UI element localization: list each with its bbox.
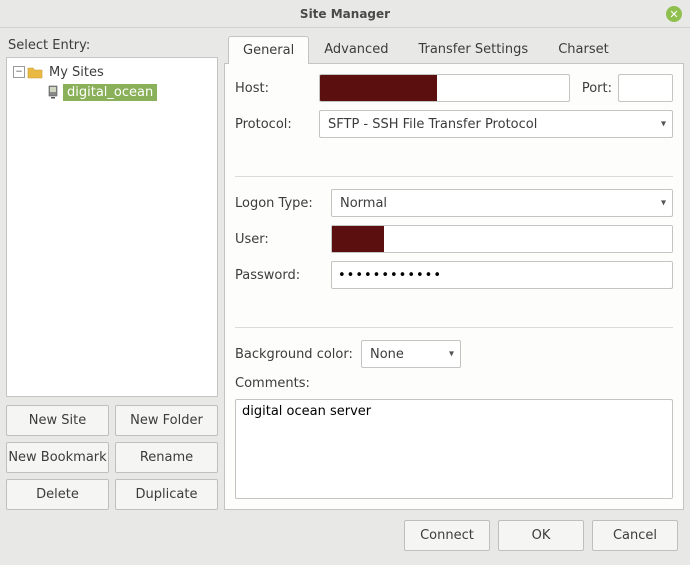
port-input[interactable] — [618, 74, 673, 102]
host-input[interactable] — [437, 74, 570, 102]
new-bookmark-button[interactable]: New Bookmark — [6, 442, 109, 473]
tab-strip: General Advanced Transfer Settings Chars… — [224, 34, 684, 64]
bgcolor-value: None — [370, 347, 404, 362]
protocol-select[interactable]: SFTP - SSH File Transfer Protocol ▾ — [319, 110, 673, 138]
main-area: Select Entry: − My Sites digital_ocean N… — [0, 28, 690, 510]
title-bar: Site Manager ✕ — [0, 0, 690, 28]
right-pane: General Advanced Transfer Settings Chars… — [224, 34, 684, 510]
logon-type-value: Normal — [340, 196, 387, 211]
window-title: Site Manager — [300, 7, 390, 21]
user-input[interactable] — [384, 226, 672, 252]
tree-root-label: My Sites — [45, 64, 108, 81]
tab-transfer-settings[interactable]: Transfer Settings — [403, 35, 543, 63]
chevron-down-icon: ▾ — [661, 198, 666, 209]
password-row: Password: — [235, 261, 673, 289]
protocol-row: Protocol: SFTP - SSH File Transfer Proto… — [235, 110, 673, 138]
logon-type-label: Logon Type: — [235, 196, 325, 211]
site-tree[interactable]: − My Sites digital_ocean — [6, 57, 218, 397]
user-redacted — [332, 226, 384, 252]
host-redacted — [319, 74, 437, 102]
tab-contents-general: Host: Port: Protocol: SFTP - SSH File Tr… — [224, 64, 684, 510]
left-pane: Select Entry: − My Sites digital_ocean N… — [6, 34, 218, 510]
password-input[interactable] — [331, 261, 673, 289]
collapse-icon[interactable]: − — [13, 66, 25, 78]
port-label: Port: — [582, 81, 612, 96]
user-label: User: — [235, 232, 325, 247]
tab-charset[interactable]: Charset — [543, 35, 624, 63]
separator — [235, 176, 673, 177]
comments-label: Comments: — [235, 376, 673, 391]
spacer — [235, 297, 673, 315]
rename-button[interactable]: Rename — [115, 442, 218, 473]
tab-advanced[interactable]: Advanced — [309, 35, 403, 63]
tree-site-label: digital_ocean — [63, 84, 157, 101]
connect-button[interactable]: Connect — [404, 520, 490, 551]
tab-general[interactable]: General — [228, 36, 309, 64]
server-icon — [45, 85, 61, 99]
host-field[interactable] — [319, 74, 570, 102]
protocol-label: Protocol: — [235, 117, 313, 132]
folder-icon — [27, 65, 43, 79]
delete-button[interactable]: Delete — [6, 479, 109, 510]
bgcolor-select[interactable]: None ▾ — [361, 340, 461, 368]
chevron-down-icon: ▾ — [449, 349, 454, 360]
new-site-button[interactable]: New Site — [6, 405, 109, 436]
separator — [235, 327, 673, 328]
ok-button[interactable]: OK — [498, 520, 584, 551]
chevron-down-icon: ▾ — [661, 119, 666, 130]
select-entry-label: Select Entry: — [8, 38, 218, 53]
site-buttons: New Site New Folder New Bookmark Rename … — [6, 405, 218, 510]
cancel-button[interactable]: Cancel — [592, 520, 678, 551]
new-folder-button[interactable]: New Folder — [115, 405, 218, 436]
tree-row-root[interactable]: − My Sites — [9, 62, 215, 82]
duplicate-button[interactable]: Duplicate — [115, 479, 218, 510]
user-row: User: — [235, 225, 673, 253]
logon-type-row: Logon Type: Normal ▾ — [235, 189, 673, 217]
close-icon[interactable]: ✕ — [666, 6, 682, 22]
dialog-footer: Connect OK Cancel — [0, 510, 690, 563]
tree-row-site[interactable]: digital_ocean — [9, 82, 215, 102]
spacer — [235, 146, 673, 164]
bgcolor-row: Background color: None ▾ — [235, 340, 673, 368]
protocol-value: SFTP - SSH File Transfer Protocol — [328, 117, 537, 132]
host-label: Host: — [235, 81, 313, 96]
host-row: Host: Port: — [235, 74, 673, 102]
logon-type-select[interactable]: Normal ▾ — [331, 189, 673, 217]
comments-textarea[interactable] — [235, 399, 673, 499]
bgcolor-label: Background color: — [235, 347, 355, 362]
password-label: Password: — [235, 268, 325, 283]
